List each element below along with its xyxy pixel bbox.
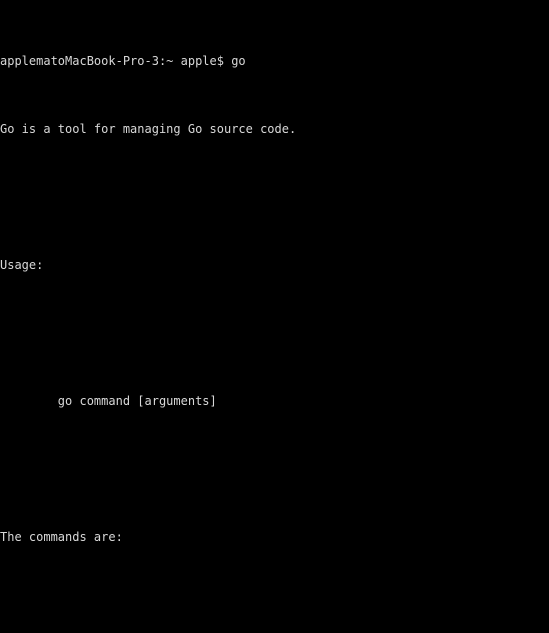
- prompt-line-command: applematoMacBook-Pro-3:~ apple$ go: [0, 54, 246, 68]
- terminal-window[interactable]: applematoMacBook-Pro-3:~ apple$ go Go is…: [0, 0, 549, 633]
- output-intro: Go is a tool for managing Go source code…: [0, 122, 297, 136]
- usage-label: Usage:: [0, 258, 44, 272]
- commands-label: The commands are:: [0, 530, 123, 544]
- usage-line: go command [arguments]: [0, 394, 217, 408]
